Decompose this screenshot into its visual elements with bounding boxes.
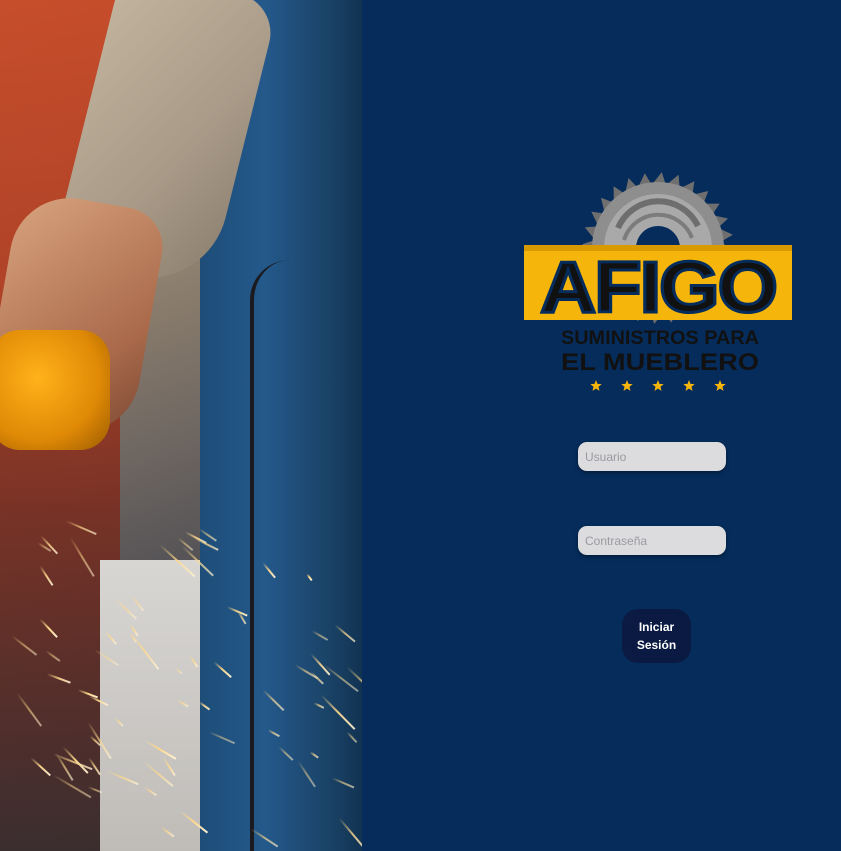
logo-tagline-line2: EL MUEBLERO <box>561 349 759 376</box>
logo-tagline-line1: SUMINISTROS PARA <box>561 328 759 349</box>
angle-grinder-icon <box>0 330 110 450</box>
star-icon <box>714 380 726 391</box>
star-icon <box>590 380 602 391</box>
star-icon <box>652 380 664 391</box>
login-panel: AFIGO SUMINISTROS PARA EL MUEBLERO Inici… <box>362 0 841 851</box>
hero-photo <box>0 0 362 851</box>
login-button[interactable]: Iniciar Sesión <box>622 609 691 663</box>
afigo-logo: AFIGO SUMINISTROS PARA EL MUEBLERO <box>524 172 792 391</box>
star-icon <box>621 380 633 391</box>
username-input[interactable] <box>578 442 726 471</box>
photo-power-cable <box>250 260 294 851</box>
logo-stars <box>590 380 726 391</box>
login-page: AFIGO SUMINISTROS PARA EL MUEBLERO Inici… <box>0 0 841 851</box>
password-input[interactable] <box>578 526 726 555</box>
logo-brand-name: AFIGO <box>540 248 776 328</box>
star-icon <box>683 380 695 391</box>
